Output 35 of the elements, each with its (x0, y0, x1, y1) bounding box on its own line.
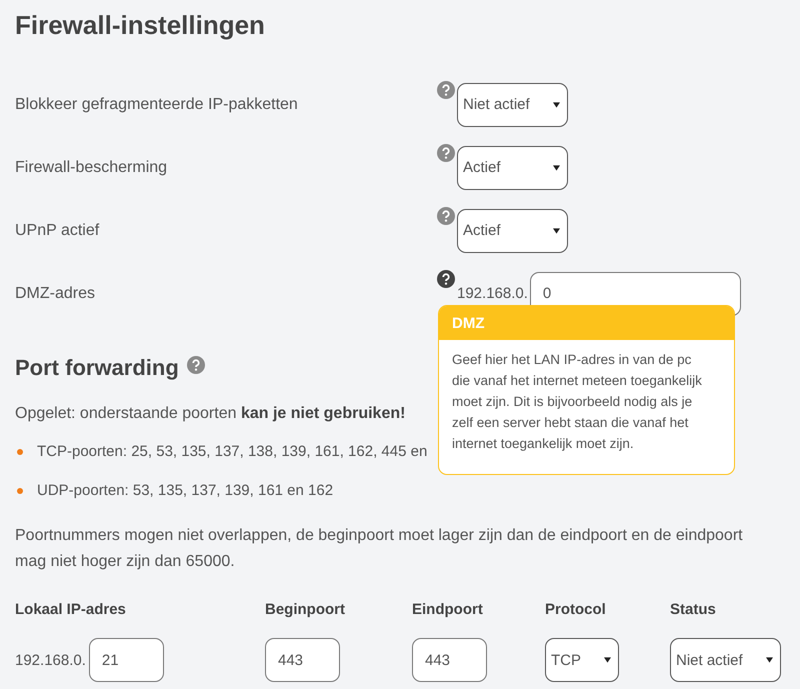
setting-label: Blokkeer gefragmenteerde IP-pakketten (15, 96, 299, 114)
caret-icon (604, 657, 611, 663)
input-field[interactable]: 443 (265, 638, 340, 682)
setting-label: UPnP actief (15, 222, 100, 240)
dropdown[interactable]: TCP (545, 638, 619, 682)
caret-icon (553, 228, 560, 234)
caret-icon (766, 657, 773, 663)
ip-prefix: 192.168.0. (15, 652, 86, 668)
dropdown[interactable]: Actief (457, 208, 568, 252)
input-field[interactable]: 443 (412, 638, 487, 682)
dropdown[interactable]: Niet actief (670, 638, 781, 682)
tooltip-title: DMZ (439, 306, 734, 340)
ip-prefix: 192.168.0. (457, 285, 528, 302)
column-header: Eindpoort (412, 601, 484, 618)
bullet-icon (17, 448, 23, 454)
column-header: Protocol (545, 601, 607, 618)
dropdown[interactable]: Niet actief (457, 82, 568, 126)
setting-label: Firewall-bescherming (15, 158, 168, 176)
bullet-icon (17, 488, 23, 494)
column-header: Status (670, 601, 717, 618)
page-title: Firewall-instellingen (15, 10, 266, 41)
column-header: Beginpoort (265, 601, 346, 618)
caret-icon (553, 102, 560, 108)
dropdown[interactable]: Actief (457, 146, 568, 190)
warning-text: Opgelet: onderstaande poorten kan je niet gebruiken! (15, 405, 406, 423)
port-list: TCP-poorten: 25, 53, 135, 137, 138, 139, 161, 162, 445 en (37, 443, 428, 460)
input-field[interactable]: 21 (88, 638, 164, 682)
section-title: Port forwarding (15, 355, 179, 381)
tooltip-text: Geef hier het LAN IP-adres in van de pc die vanaf het internet meteen toegankelijk moet zijn. Dit is bijvoorbeeld nodig als je zelf een server hebt staan die vanaf het internet toegankelijk moet zijn. (451, 350, 703, 453)
note-text: Poortnummers mogen niet overlappen, de beginpoort moet lager zijn dan de eindpoort en de eindpoort mag niet hoger zijn dan 65000. (15, 526, 744, 572)
setting-label: DMZ-adres (15, 284, 96, 302)
help-icon[interactable] (437, 270, 455, 288)
column-header: Lokaal IP-adres (15, 601, 127, 618)
caret-icon (553, 164, 560, 170)
port-list: UDP-poorten: 53, 135, 137, 139, 161 en 162 (37, 482, 334, 499)
